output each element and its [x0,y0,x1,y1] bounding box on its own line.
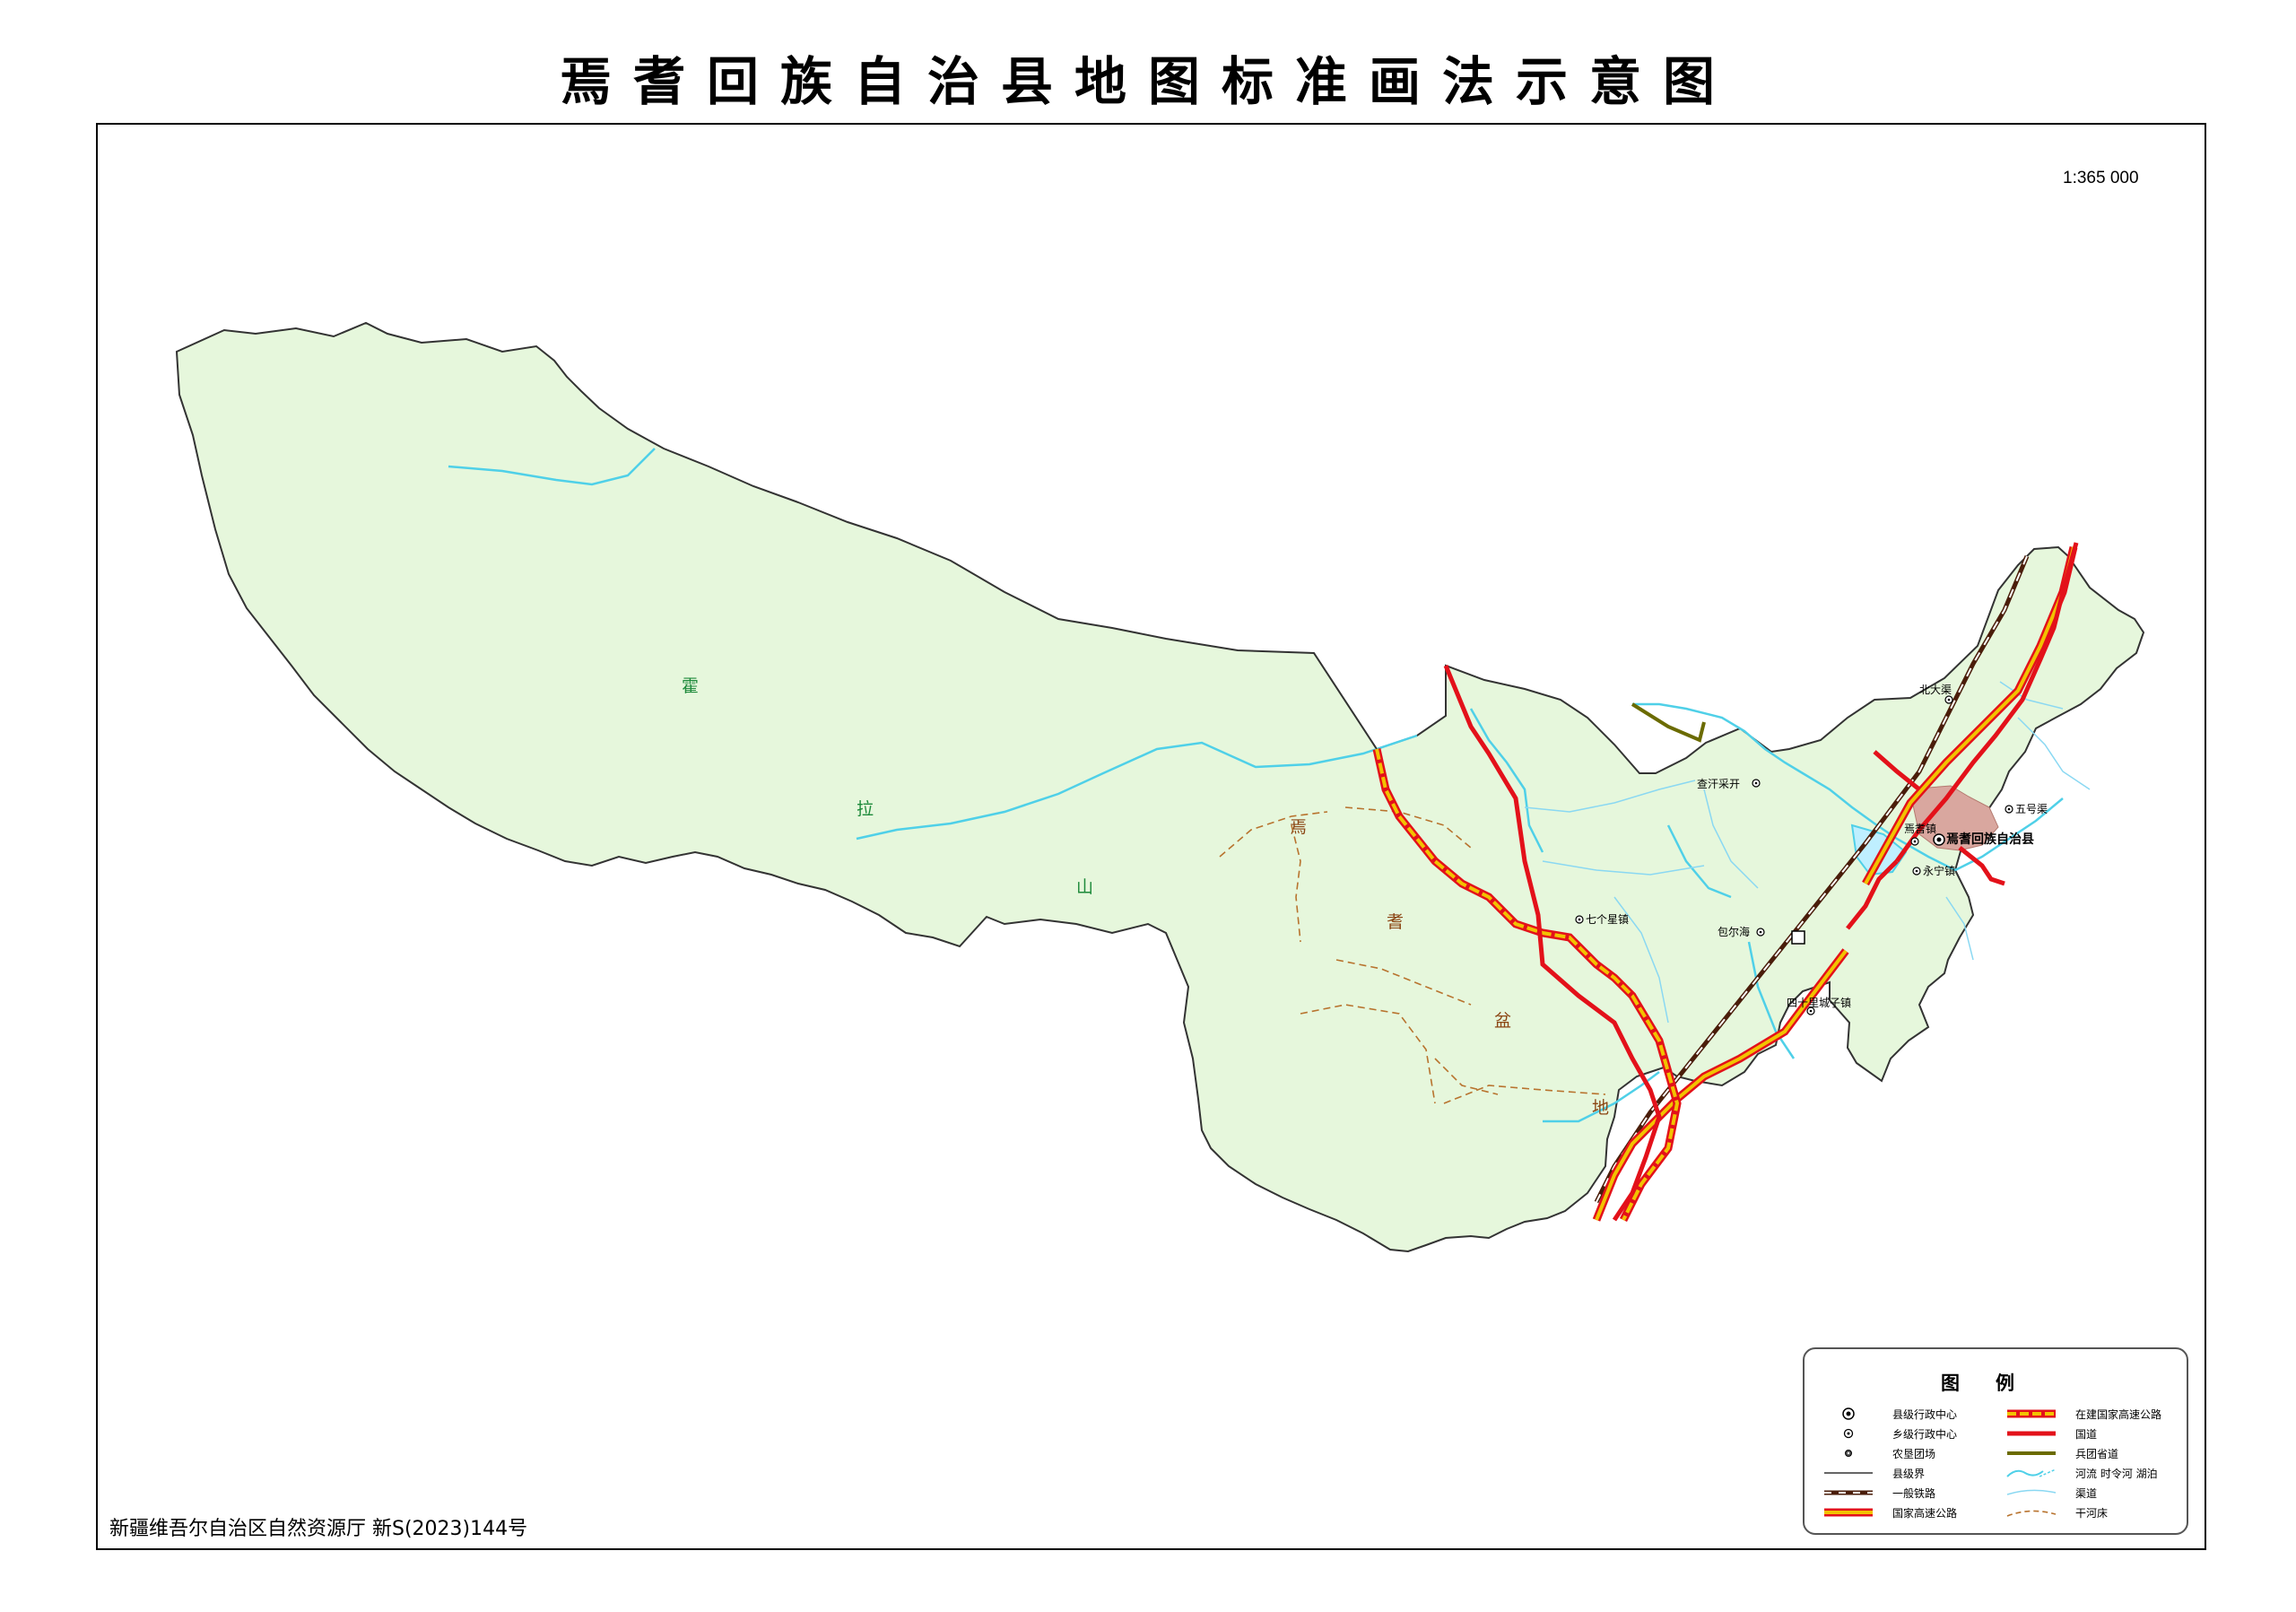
legend-item: 农垦团场 [1821,1444,1935,1462]
farm-regiment-icon [1821,1444,1876,1462]
canal-line [2004,1484,2059,1502]
national-road-line [2004,1425,2059,1442]
legend-item: 县级行政中心 [1821,1405,1957,1423]
county-seat-label: 焉耆回族自治县 [1946,832,2034,847]
terrain-char: 拉 [857,799,874,819]
legend-label: 国家高速公路 [1892,1506,1958,1520]
legend-label: 在建国家高速公路 [2075,1407,2162,1421]
terrain-char: 耆 [1387,912,1405,932]
place-label: 五号渠 [2015,803,2048,815]
legend-label: 渠道 [2075,1486,2098,1500]
legend-item: 县级界 [1821,1464,1925,1482]
approval-note: 新疆维吾尔自治区自然资源厅 新S(2023)144号 [109,1518,528,1540]
legend-item: 一般铁路 [1821,1484,1935,1502]
legend-label: 干河床 [2075,1506,2109,1520]
legend-label: 一般铁路 [1892,1486,1936,1500]
terrain-label: 焉 [1290,819,1307,836]
legend-item: 国家高速公路 [1821,1503,1957,1521]
legend-label: 国道 [2075,1427,2098,1441]
legend-item: 兵团省道 [2004,1444,2118,1462]
terrain-label: 拉 [857,801,874,818]
corps-provincial-road-line [2004,1444,2059,1462]
legend: 图例 县级行政中心 乡级行政中心 农垦团场 县级界 一般铁路 国家高速公路 在建… [1803,1347,2188,1535]
terrain-label: 地 [1592,1100,1609,1117]
farm-regiment-icon [1791,930,1805,945]
place-label: 四十里城子镇 [1787,997,1852,1009]
terrain-label: 山 [1076,879,1093,896]
county-territory [175,321,2145,1253]
expressway-construction-line [2004,1405,2059,1423]
terrain-char: 山 [1076,877,1094,897]
legend-label: 河流 时令河 湖泊 [2075,1467,2158,1480]
legend-label: 兵团省道 [2075,1447,2119,1460]
county-center-icon [1821,1405,1876,1423]
place-label: 北大渠 [1919,684,1952,696]
terrain-label: 霍 [682,678,699,695]
railway-line [1821,1484,1876,1502]
place-label: 查汗采开 [1697,778,1741,790]
place-label: 永宁镇 [1923,865,1956,877]
place-label: 焉耆镇 [1904,823,1937,835]
county-boundary-line [1821,1464,1876,1482]
legend-item: 国道 [2004,1425,2097,1442]
legend-item: 干河床 [2004,1503,2108,1521]
legend-item: 在建国家高速公路 [2004,1405,2161,1423]
dry-riverbed-line [2004,1503,2059,1521]
legend-label: 县级行政中心 [1892,1407,1958,1421]
river-lake-icon [2004,1464,2059,1482]
terrain-char: 盆 [1494,1011,1512,1031]
legend-item: 渠道 [2004,1484,2097,1502]
terrain-char: 地 [1592,1098,1610,1118]
scale-label: 1:365 000 [2063,169,2139,187]
terrain-char: 霍 [682,676,700,696]
terrain-label: 盆 [1494,1013,1511,1030]
place-label: 七个星镇 [1586,913,1630,926]
expressway-line [1821,1503,1876,1521]
legend-label: 县级界 [1892,1467,1926,1480]
place-label: 包尔海 [1718,926,1751,938]
legend-title: 图例 [1941,1372,2050,1394]
legend-item: 河流 时令河 湖泊 [2004,1464,2158,1482]
terrain-label: 耆 [1387,914,1404,931]
legend-label: 乡级行政中心 [1892,1427,1958,1441]
township-center-icon [1821,1425,1876,1442]
legend-label: 农垦团场 [1892,1447,1936,1460]
terrain-char: 焉 [1290,817,1308,837]
legend-item: 乡级行政中心 [1821,1425,1957,1442]
